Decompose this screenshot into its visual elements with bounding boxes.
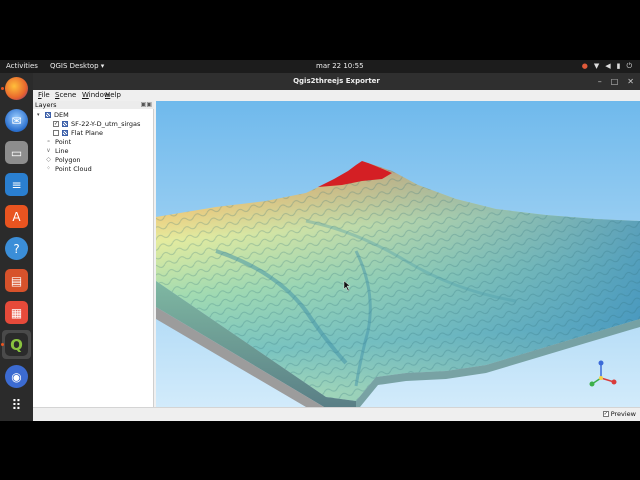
panel-float-close-icon[interactable]: ▣▣ bbox=[141, 101, 152, 108]
qgis2threejs-window: Qgis2threejs Exporter – □ ✕ File Scene W… bbox=[33, 73, 640, 421]
polygon-layer-icon: ◇ bbox=[46, 156, 51, 163]
tree-group-label: Point Cloud bbox=[55, 164, 92, 173]
menu-file[interactable]: File bbox=[38, 91, 50, 99]
preview-checkbox[interactable]: ✓ bbox=[602, 411, 609, 417]
terrain-render[interactable] bbox=[156, 101, 640, 407]
layers-panel: Layers ▣▣ ▾ DEM ✓ SF-22-Y-D_utm_sirgas F… bbox=[33, 101, 154, 407]
window-titlebar[interactable]: Qgis2threejs Exporter – □ ✕ bbox=[33, 73, 640, 90]
tree-group-polygon[interactable]: ◇ Polygon bbox=[45, 155, 81, 164]
thunderbird-icon[interactable]: ✉ bbox=[5, 109, 28, 132]
running-indicator bbox=[1, 343, 4, 346]
impress-icon[interactable]: ▤ bbox=[5, 269, 28, 292]
calc-icon[interactable]: ▦ bbox=[5, 301, 28, 324]
layer-item[interactable]: Flat Plane bbox=[53, 128, 103, 137]
raster-layer-icon bbox=[62, 120, 68, 127]
layers-panel-header: Layers ▣▣ bbox=[33, 101, 154, 109]
menu-help[interactable]: Help bbox=[105, 91, 121, 99]
layer-checkbox[interactable] bbox=[53, 129, 59, 136]
point-cloud-layer-icon: ⁘ bbox=[45, 165, 52, 172]
tree-group-point[interactable]: ∘ Point bbox=[45, 137, 72, 146]
layers-title: Layers bbox=[35, 101, 57, 109]
layer-checkbox[interactable]: ✓ bbox=[53, 120, 59, 127]
microphone-icon[interactable]: ▮ bbox=[617, 62, 621, 71]
window-title: Qgis2threejs Exporter bbox=[293, 77, 380, 85]
maximize-icon[interactable]: □ bbox=[611, 73, 619, 90]
help-icon[interactable]: ? bbox=[5, 237, 28, 260]
layer-item[interactable]: ✓ SF-22-Y-D_utm_sirgas bbox=[53, 119, 140, 128]
layer-label: SF-22-Y-D_utm_sirgas bbox=[71, 119, 141, 128]
tree-group-dem[interactable]: ▾ DEM bbox=[37, 110, 69, 119]
firefox-icon[interactable] bbox=[5, 77, 28, 100]
update-icon[interactable]: ● bbox=[582, 62, 588, 71]
dock: ✉ ▭ ≡ A ? ▤ ▦ Q ◉ ⠿ bbox=[0, 73, 33, 421]
preview-toggle[interactable]: ✓ Preview bbox=[602, 410, 636, 418]
app-icon[interactable]: ◉ bbox=[5, 365, 28, 388]
close-icon[interactable]: ✕ bbox=[627, 73, 634, 90]
tree-group-label: Polygon bbox=[55, 155, 81, 164]
running-indicator bbox=[1, 87, 4, 90]
clock[interactable]: mar 22 10:55 bbox=[316, 62, 364, 70]
3d-preview-canvas[interactable] bbox=[156, 101, 640, 407]
tree-group-label: Point bbox=[55, 137, 72, 146]
show-apps-icon[interactable]: ⠿ bbox=[5, 394, 28, 417]
preview-label: Preview bbox=[610, 410, 636, 418]
raster-layer-icon bbox=[62, 129, 68, 136]
menu-scene[interactable]: Scene bbox=[55, 91, 76, 99]
line-layer-icon: ∨ bbox=[46, 147, 51, 154]
minimize-icon[interactable]: – bbox=[598, 73, 602, 90]
raster-layer-icon bbox=[45, 111, 51, 118]
app-menu-button[interactable]: QGIS Desktop ▾ bbox=[50, 62, 104, 70]
system-tray[interactable]: ● ▼ ◀ ▮ ⏻ bbox=[582, 62, 632, 71]
qgis-icon[interactable]: Q bbox=[5, 333, 28, 356]
volume-icon[interactable]: ◀ bbox=[605, 62, 610, 71]
network-icon[interactable]: ▼ bbox=[594, 62, 599, 71]
software-icon[interactable]: A bbox=[5, 205, 28, 228]
screen: Activities QGIS Desktop ▾ mar 22 10:55 ●… bbox=[0, 0, 640, 480]
expand-arrow-icon[interactable]: ▾ bbox=[37, 112, 42, 118]
top-bar: Activities QGIS Desktop ▾ mar 22 10:55 ●… bbox=[0, 60, 640, 73]
tree-group-point-cloud[interactable]: ⁘ Point Cloud bbox=[45, 164, 92, 173]
writer-icon[interactable]: ≡ bbox=[5, 173, 28, 196]
files-icon[interactable]: ▭ bbox=[5, 141, 28, 164]
tree-group-line[interactable]: ∨ Line bbox=[45, 146, 69, 155]
tree-group-label: DEM bbox=[54, 110, 69, 119]
tree-group-label: Line bbox=[55, 146, 69, 155]
point-layer-icon: ∘ bbox=[46, 138, 51, 145]
window-controls: – □ ✕ bbox=[598, 73, 634, 90]
activities-button[interactable]: Activities bbox=[6, 62, 38, 70]
power-icon[interactable]: ⏻ bbox=[626, 62, 632, 71]
menu-bar: File Scene Window Help bbox=[33, 90, 640, 101]
layer-label: Flat Plane bbox=[71, 128, 103, 137]
status-bar: ✓ Preview bbox=[33, 407, 640, 421]
